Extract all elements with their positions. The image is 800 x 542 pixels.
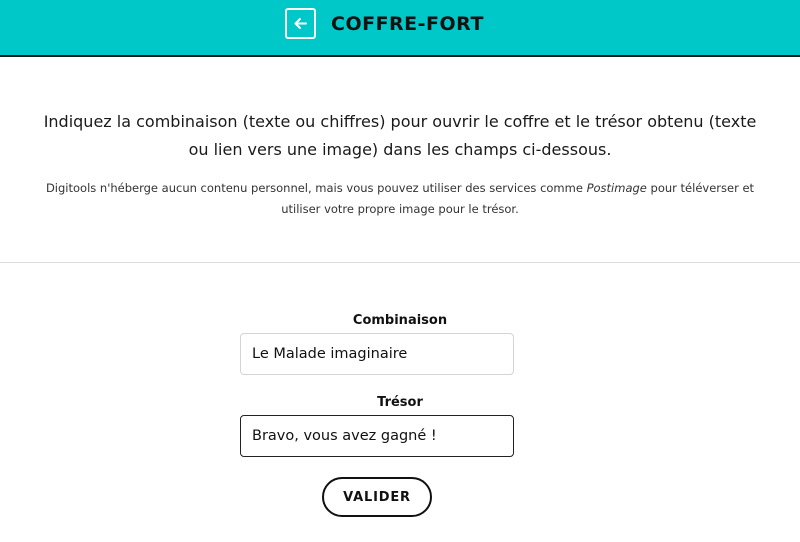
instructions-text: Indiquez la combinaison (texte ou chiffr…	[43, 112, 757, 159]
section-divider	[0, 262, 800, 263]
valider-button[interactable]: VALIDER	[322, 477, 432, 517]
combinaison-label: Combinaison	[352, 313, 448, 328]
back-button[interactable]	[285, 8, 316, 39]
app-title: COFFRE-FORT	[331, 13, 484, 35]
arrow-left-icon	[294, 18, 307, 29]
hosting-note-start: Digitools n'héberge aucun contenu person…	[45, 181, 587, 195]
tresor-label: Trésor	[377, 395, 423, 410]
app-header: COFFRE-FORT	[0, 0, 800, 57]
intro-section: Indiquez la combinaison (texte ou chiffr…	[0, 108, 800, 220]
combinaison-input[interactable]	[240, 333, 514, 375]
hosting-note: Digitools n'héberge aucun contenu person…	[40, 178, 760, 220]
postimage-service-name: Postimage	[586, 181, 647, 195]
tresor-input[interactable]	[240, 415, 514, 457]
